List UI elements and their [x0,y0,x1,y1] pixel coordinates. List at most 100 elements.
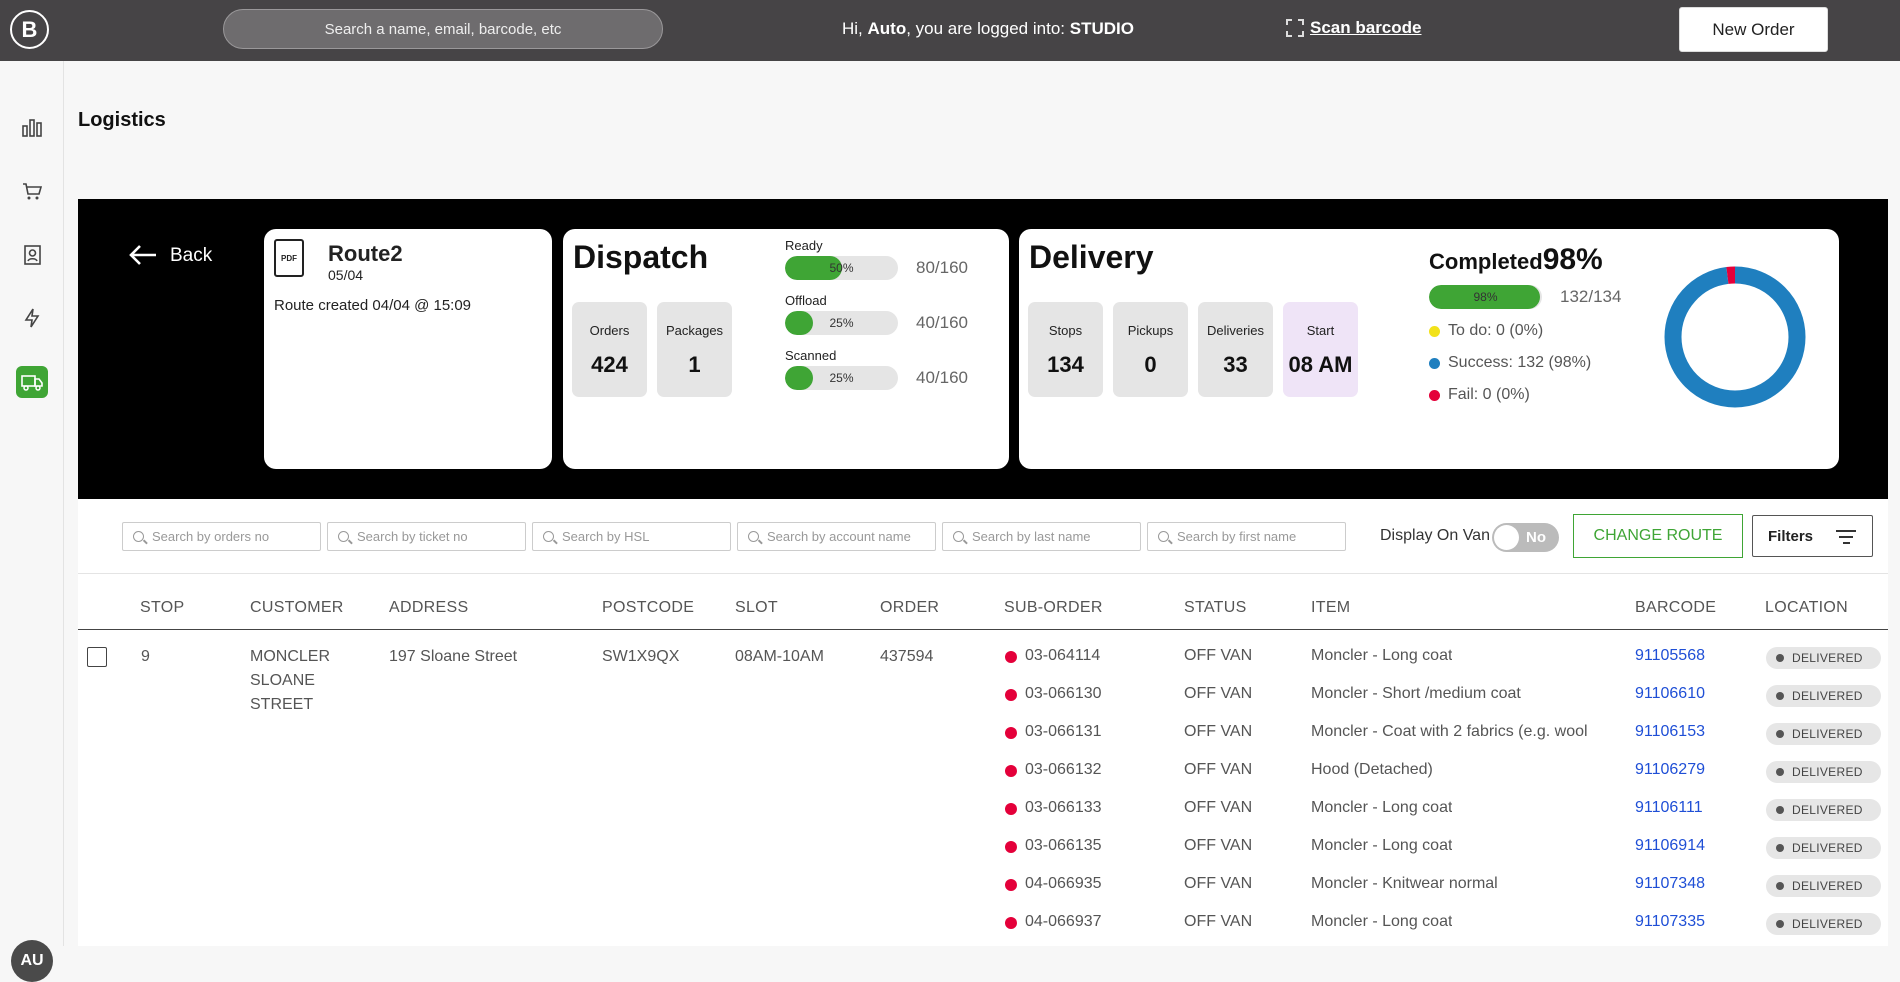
status-dot [1005,727,1017,739]
analytics-icon[interactable] [16,111,48,143]
tile-value: 424 [591,352,628,377]
progress-count: 80/160 [916,258,968,277]
sub-order-cell: 03-066132 [1025,761,1102,778]
scan-barcode-link[interactable]: Scan barcode [1286,18,1422,38]
status-dot [1005,765,1017,777]
search-ticket-input[interactable]: Search by ticket no [327,522,526,551]
legend-fail: Fail: 0 (0%) [1429,386,1530,404]
van-logistics-icon[interactable] [16,366,48,398]
progress-bar: 50% [785,256,898,280]
filters-button[interactable]: Filters [1752,515,1873,557]
tile-label: Orders [589,323,630,338]
location-badge: DELIVERED [1766,761,1881,783]
user-avatar[interactable]: AU [11,940,53,982]
toggle-label: No [1526,529,1546,546]
item-cell: Hood (Detached) [1311,761,1433,778]
sub-order-row[interactable]: 03-066132 OFF VAN Hood (Detached) 91106279 D… [78,754,1888,792]
completed-heading: Completed98% [1429,243,1603,277]
barcode-link[interactable]: 91105568 [1635,647,1705,665]
legend-dot [1429,357,1440,369]
input-placeholder: Search by first name [1177,529,1297,544]
col-header-stop[interactable]: STOP [140,599,184,617]
delivery-card: Delivery Stops 134 Pickups 0 Deliveries … [1019,229,1839,469]
completion-donut-chart [1664,266,1806,408]
progress-label: Scanned [785,348,837,363]
sub-order-cell: 03-064114 [1025,647,1101,664]
greeting-prefix: Hi, [842,19,868,38]
col-header-sub-order[interactable]: SUB-ORDER [1004,599,1103,617]
sub-order-cell: 04-066937 [1025,913,1102,930]
app-logo[interactable]: B [10,10,49,49]
col-header-customer[interactable]: CUSTOMER [250,599,344,617]
barcode-link[interactable]: 91106914 [1635,837,1705,855]
col-header-barcode[interactable]: BARCODE [1635,599,1716,617]
sub-order-row[interactable]: 03-064114 OFF VAN Moncler - Long coat 91105… [78,640,1888,678]
status-cell: OFF VAN [1184,799,1253,816]
global-search-input[interactable]: Search a name, email, barcode, etc [223,9,663,49]
progress-bar: 25% [785,366,898,390]
item-cell: Moncler - Long coat [1311,837,1453,854]
legend-label: Success: 132 (98%) [1448,354,1592,371]
sub-order-row[interactable]: 03-066135 OFF VAN Moncler - Long coat 91106… [78,830,1888,868]
search-first-name-input[interactable]: Search by first name [1147,522,1346,551]
input-placeholder: Search by orders no [152,529,270,544]
display-on-van-toggle[interactable]: No [1492,523,1559,552]
barcode-link[interactable]: 91106610 [1635,685,1705,703]
new-order-button[interactable]: New Order [1679,7,1828,52]
search-icon [338,531,349,542]
lightning-icon[interactable] [16,302,48,334]
location-badge: DELIVERED [1766,647,1881,669]
search-account-input[interactable]: Search by account name [737,522,936,551]
sub-order-row[interactable]: 03-066133 OFF VAN Moncler - Long coat 91106… [78,792,1888,830]
barcode-link[interactable]: 91107348 [1635,875,1705,893]
barcode-link[interactable]: 91106279 [1635,761,1705,779]
location-badge: DELIVERED [1766,723,1881,745]
cart-icon[interactable] [16,175,48,207]
location-badge: DELIVERED [1766,913,1881,935]
item-cell: Moncler - Knitwear normal [1311,875,1498,892]
col-header-order[interactable]: ORDER [880,599,939,617]
col-header-item[interactable]: ITEM [1311,599,1350,617]
status-cell: OFF VAN [1184,761,1253,778]
user-name: Auto [867,19,907,38]
status-cell: OFF VAN [1184,875,1253,892]
sub-order-row[interactable]: 04-066937 OFF VAN Moncler - Long coat 91107… [78,906,1888,944]
sub-order-cell: 04-066935 [1025,875,1102,892]
col-header-status[interactable]: STATUS [1184,599,1247,617]
status-dot [1005,651,1017,663]
col-header-address[interactable]: ADDRESS [389,599,468,617]
pdf-icon[interactable]: PDF [274,239,304,277]
search-icon [953,531,964,542]
search-hsl-input[interactable]: Search by HSL [532,522,731,551]
route-card: PDF Route2 05/04 Route created 04/04 @ 1… [264,229,552,469]
col-header-slot[interactable]: SLOT [735,599,778,617]
progress-percent: 25% [829,316,854,330]
arrow-left-icon [128,244,158,267]
barcode-link[interactable]: 91106153 [1635,723,1705,741]
progress-percent: 50% [829,261,854,275]
barcode-link[interactable]: 91107335 [1635,913,1705,931]
sub-order-row[interactable]: 03-066130 OFF VAN Moncler - Short /medium … [78,678,1888,716]
search-icon [543,531,554,542]
tile-value: 33 [1223,352,1248,377]
location-label: DELIVERED [1792,727,1863,741]
search-placeholder: Search a name, email, barcode, etc [324,20,562,38]
barcode-scan-icon [1286,19,1304,37]
pickups-tile: Pickups 0 [1113,302,1188,397]
sub-order-row[interactable]: 03-066131 OFF VAN Moncler - Coat with 2 fa… [78,716,1888,754]
change-route-button[interactable]: CHANGE ROUTE [1573,514,1743,558]
deliveries-tile: Deliveries 33 [1198,302,1273,397]
sub-order-cell: 03-066133 [1025,799,1102,816]
location-label: DELIVERED [1792,841,1863,855]
col-header-location[interactable]: LOCATION [1765,599,1848,617]
badge-dot [1776,882,1784,890]
input-placeholder: Search by ticket no [357,529,468,544]
contacts-icon[interactable] [16,239,48,271]
search-last-name-input[interactable]: Search by last name [942,522,1141,551]
location-label: DELIVERED [1792,765,1863,779]
barcode-link[interactable]: 91106111 [1635,799,1703,817]
search-orders-input[interactable]: Search by orders no [122,522,321,551]
col-header-postcode[interactable]: POSTCODE [602,599,694,617]
sub-order-row[interactable]: 04-066935 OFF VAN Moncler - Knitwear norma… [78,868,1888,906]
back-button[interactable]: Back [128,244,212,267]
